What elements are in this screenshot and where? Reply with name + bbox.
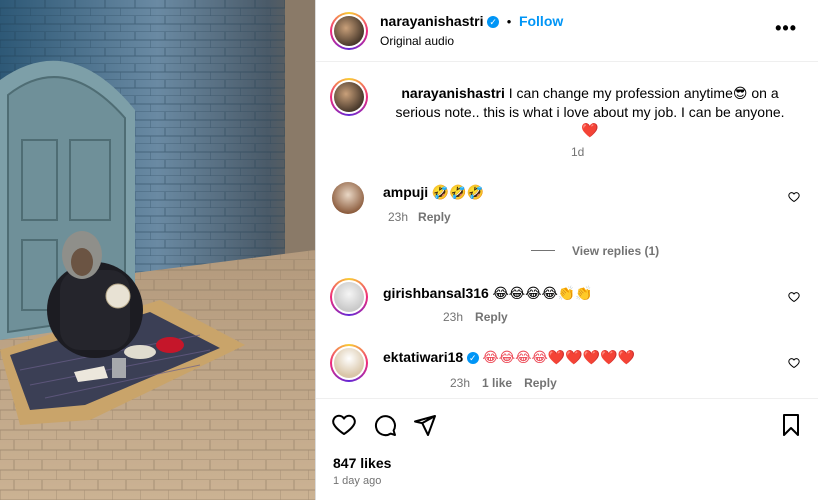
caption-text-1: I can change my profession anytime	[508, 85, 733, 101]
reply-button[interactable]: Reply	[524, 376, 557, 390]
share-icon[interactable]	[413, 413, 437, 437]
comment-likes[interactable]: 1 like	[482, 376, 512, 390]
comment-time: 23h	[443, 310, 464, 324]
audio-label[interactable]: Original audio	[380, 34, 454, 48]
comment-like-icon[interactable]	[788, 191, 800, 203]
caption-avatar[interactable]	[330, 78, 368, 116]
replies-divider	[531, 250, 555, 251]
comment-time: 23h	[450, 376, 471, 390]
caption-username[interactable]: narayanishastri	[401, 85, 505, 101]
comment-text: 🤣🤣🤣	[431, 185, 485, 201]
comment-text: 😂😂😂😂👏👏	[492, 286, 593, 302]
view-replies-button[interactable]: View replies (1)	[572, 244, 659, 258]
comment-avatar[interactable]	[330, 344, 368, 382]
post-date[interactable]: 1 day ago	[333, 475, 381, 487]
comment-username[interactable]: girishbansal316	[383, 285, 489, 301]
caption: narayanishastri I can change my professi…	[390, 84, 790, 140]
comment-meta: 23h 1 like Reply	[450, 375, 557, 390]
comment-body: ektatiwari18 ✓ 😂😂😂😂❤️❤️❤️❤️❤️	[383, 349, 635, 366]
post-panel: narayanishastri ✓ • Follow Original audi…	[315, 0, 818, 500]
post-header: narayanishastri ✓ • Follow Original audi…	[316, 0, 818, 62]
heart-emoji: ❤️	[581, 123, 599, 139]
bookmark-icon[interactable]	[779, 413, 803, 437]
comment-meta: 23h Reply	[388, 209, 451, 224]
verified-icon: ✓	[466, 352, 479, 364]
caption-time: 1d	[571, 145, 585, 159]
separator-dot: •	[506, 14, 512, 29]
reply-button[interactable]: Reply	[475, 310, 508, 324]
comment-avatar[interactable]	[330, 278, 368, 316]
follow-button[interactable]: Follow	[519, 13, 563, 29]
comment-meta: 23h Reply	[443, 309, 508, 324]
comment-like-icon[interactable]	[788, 291, 800, 303]
comment-time: 23h	[388, 210, 409, 224]
comment-body: girishbansal316 😂😂😂😂👏👏	[383, 285, 593, 302]
verified-icon: ✓	[487, 16, 500, 28]
comment-username[interactable]: ektatiwari18	[383, 349, 463, 365]
author-username[interactable]: narayanishastri	[380, 13, 484, 29]
post-photo[interactable]	[0, 0, 315, 500]
reply-button[interactable]: Reply	[418, 210, 451, 224]
comment-avatar[interactable]	[332, 182, 364, 214]
sunglasses-emoji: 😎	[732, 86, 748, 102]
comment-like-icon[interactable]	[788, 357, 800, 369]
post-actions: 847 likes 1 day ago	[316, 398, 818, 500]
comment-body: ampuji 🤣🤣🤣	[383, 184, 484, 201]
more-icon[interactable]: •••	[775, 18, 797, 39]
like-count[interactable]: 847 likes	[333, 455, 391, 471]
heart-icon[interactable]	[332, 413, 356, 437]
author-avatar[interactable]	[330, 12, 368, 50]
comment-username[interactable]: ampuji	[383, 184, 428, 200]
comment-text: 😂😂😂😂❤️❤️❤️❤️❤️	[482, 350, 636, 366]
street-scene-image	[0, 0, 315, 500]
comment-icon[interactable]	[373, 413, 397, 437]
